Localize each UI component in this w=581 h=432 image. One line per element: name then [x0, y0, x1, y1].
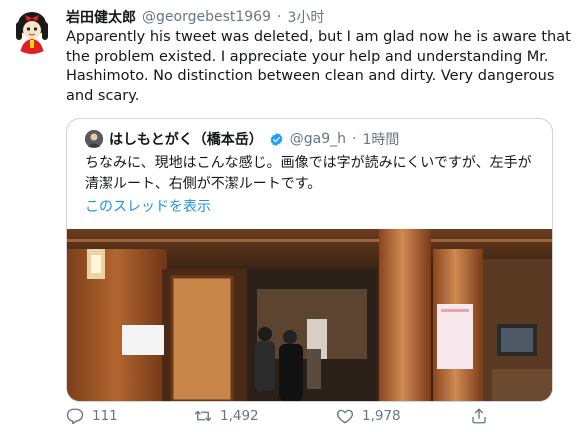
quoted-tweet-text: ちなみに、現地はこんな感じ。画像では字が読みにくいですが、左手が清潔ルート、右側…: [85, 155, 532, 192]
retweet-button[interactable]: 1,492: [194, 404, 259, 428]
separator-dot: ·: [277, 9, 282, 25]
reply-count: 111: [92, 408, 118, 424]
separator-dot: ·: [351, 131, 357, 147]
quoted-tweet-timestamp: 1時間: [362, 132, 400, 148]
like-button[interactable]: 1,978: [336, 404, 401, 428]
quoted-author-avatar: [85, 130, 103, 148]
verified-badge-icon: [269, 132, 284, 147]
reply-icon: [66, 407, 84, 425]
tweet-text: Apparently his tweet was deleted, but I …: [66, 29, 571, 104]
quoted-author-handle: @ga9_h: [289, 131, 346, 147]
show-thread-link[interactable]: このスレッドを表示: [85, 196, 211, 216]
retweet-icon: [194, 407, 212, 425]
reply-button[interactable]: 111: [66, 404, 118, 428]
quoted-tweet-photo[interactable]: [67, 229, 552, 401]
tweet-header: 岩田健太郎 @georgebest1969 · 3小时: [66, 7, 571, 27]
like-count: 1,978: [362, 408, 401, 424]
author-avatar[interactable]: [8, 6, 56, 54]
author-name[interactable]: 岩田健太郎: [66, 7, 136, 27]
quoted-tweet-header: はしもとがく（橋本岳） @ga9_h · 1時間: [85, 129, 399, 149]
author-handle[interactable]: @georgebest1969: [142, 9, 271, 25]
retweet-count: 1,492: [220, 408, 259, 424]
quoted-tweet[interactable]: はしもとがく（橋本岳） @ga9_h · 1時間 ちなみに、現地はこんな感じ。画…: [66, 118, 553, 402]
quoted-author-name: はしもとがく（橋本岳）: [109, 132, 263, 148]
tweet-action-bar: 111 1,492 1,978: [66, 404, 506, 428]
share-button[interactable]: [470, 404, 488, 428]
tweet-timestamp[interactable]: 3小时: [287, 7, 324, 27]
like-icon: [336, 407, 354, 425]
share-icon: [470, 407, 488, 425]
